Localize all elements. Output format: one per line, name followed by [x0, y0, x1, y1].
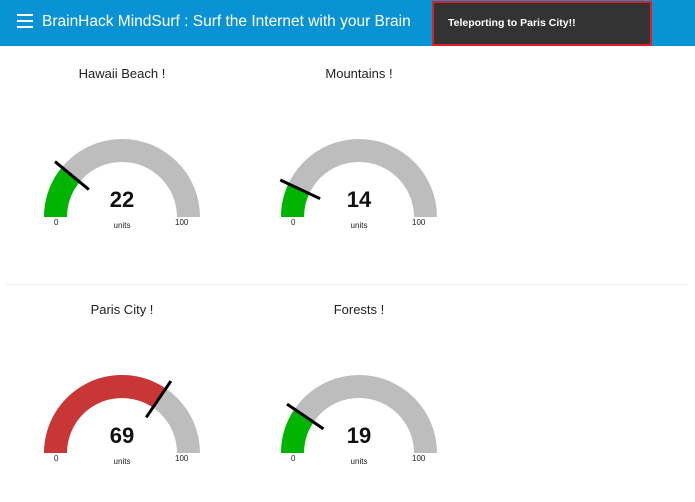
gauge-value: 14: [346, 187, 372, 212]
gauge-value: 19: [346, 423, 372, 448]
gauge-min-label: 0: [291, 218, 296, 227]
row-divider: [6, 284, 688, 285]
gauge-value: 69: [109, 423, 135, 448]
gauge-max-label: 100: [412, 218, 426, 227]
gauge-max-label: 100: [175, 454, 189, 463]
gauge-dial: [281, 375, 437, 453]
gauge-min-label: 0: [291, 454, 296, 463]
gauge-units: units: [350, 221, 368, 230]
gauge-max-label: 100: [175, 218, 189, 227]
gauge-hawaii-beach: Hawaii Beach ! 22 units 0 100: [22, 66, 222, 266]
gauge-units: units: [350, 457, 368, 466]
gauge-dial: [44, 375, 200, 453]
gauge-units: units: [113, 457, 131, 466]
gauge-dial: [44, 139, 200, 217]
gauge-min-label: 0: [54, 218, 59, 227]
notification-toast: Teleporting to Paris City!!: [432, 1, 652, 46]
gauge-forests: Forests ! 19 units 0 100: [259, 302, 459, 502]
gauge-dial: [279, 139, 437, 217]
gauge-paris-city: Paris City ! 69 units 0 100: [22, 302, 222, 502]
hamburger-menu-icon[interactable]: [17, 14, 33, 28]
gauge-mountains: Mountains ! 14 units 0 100: [259, 66, 459, 266]
gauge-max-label: 100: [412, 454, 426, 463]
gauge-units: units: [113, 221, 131, 230]
gauge-min-label: 0: [54, 454, 59, 463]
app-title: BrainHack MindSurf : Surf the Internet w…: [42, 13, 411, 30]
gauge-value: 22: [109, 187, 135, 212]
toast-message: Teleporting to Paris City!!: [448, 17, 576, 29]
